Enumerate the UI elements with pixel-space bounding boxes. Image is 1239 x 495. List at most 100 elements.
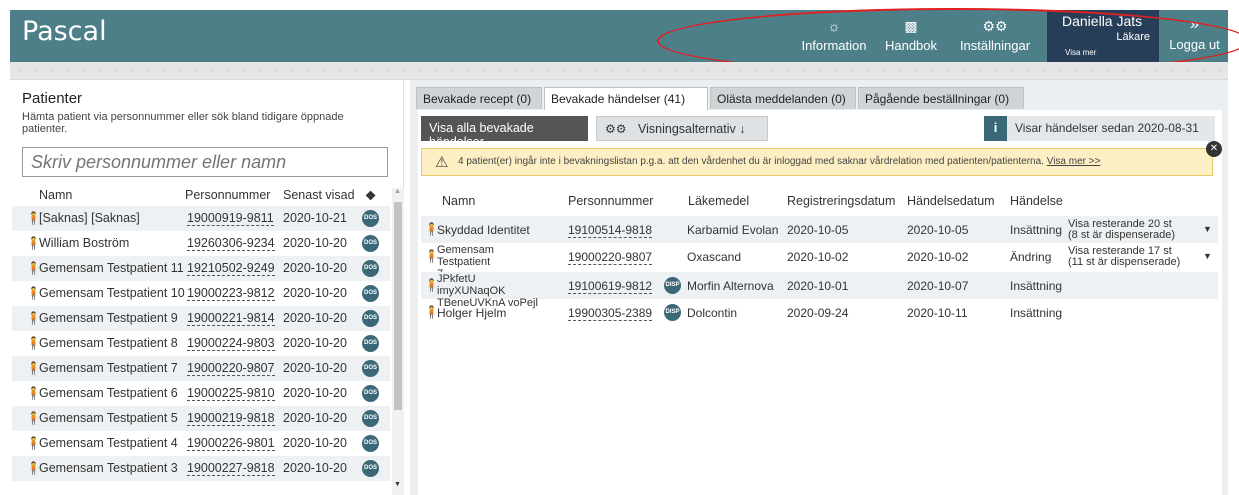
patients-scrollbar[interactable]: ▲ ▼ xyxy=(392,188,404,495)
patient-row[interactable]: 🧍 Gemensam Testpatient 6 19000225-9810 2020… xyxy=(12,381,390,406)
patient-last-viewed: 2020-10-20 xyxy=(283,336,347,350)
event-drug: Morfin Alternova xyxy=(687,279,774,293)
patient-pnr-link[interactable]: 19000919-9811 xyxy=(187,211,274,226)
top-bar: Pascal ☼ Information ▩ Handbok ⚙⚙ Instäl… xyxy=(10,10,1228,62)
patient-pnr-link[interactable]: 19210502-9249 xyxy=(187,261,275,276)
patient-row[interactable]: 🧍 Gemensam Testpatient 3 19000227-9818 2020… xyxy=(12,456,390,481)
caret-down-icon[interactable]: ▼ xyxy=(1203,224,1212,234)
tab-pagaende-bestallningar[interactable]: Pågående beställningar (0) xyxy=(858,87,1024,109)
nav-information[interactable]: ☼ Information xyxy=(799,10,869,62)
patient-last-viewed: 2020-10-20 xyxy=(283,236,347,250)
patient-name: Gemensam Testpatient 4 xyxy=(39,436,178,450)
event-row[interactable]: 🧍Gemensam Testpatient719000220-9807Oxasc… xyxy=(421,243,1218,280)
patient-row[interactable]: 🧍 Gemensam Testpatient 11 19210502-9249 202… xyxy=(12,256,390,281)
pattern-mark: ✧ xyxy=(944,65,952,75)
patient-pnr-link[interactable]: 19000221-9814 xyxy=(187,311,275,326)
patient-name: Gemensam Testpatient 5 xyxy=(39,411,178,425)
nav-handbok[interactable]: ▩ Handbok xyxy=(880,10,942,62)
pattern-mark: ✧ xyxy=(176,65,184,75)
info-icon: ❖ xyxy=(365,189,377,203)
patient-pnr-link[interactable]: 19000220-9807 xyxy=(187,361,275,376)
nav-installningar[interactable]: ⚙⚙ Inställningar xyxy=(952,10,1038,62)
tab-olasta-meddelanden[interactable]: Olästa meddelanden (0) xyxy=(710,87,856,109)
patient-search-input[interactable] xyxy=(22,147,388,177)
pattern-mark: ✧ xyxy=(224,65,232,75)
pattern-mark: ✧ xyxy=(320,65,328,75)
scroll-down-icon[interactable]: ▼ xyxy=(394,481,401,488)
pattern-mark: ✧ xyxy=(992,65,1000,75)
tab-bevakade-recept[interactable]: Bevakade recept (0) xyxy=(416,87,542,109)
pattern-mark: ✧ xyxy=(1008,65,1016,75)
ev-col-pnr[interactable]: Personnummer xyxy=(568,194,653,208)
tab-bevakade-handelser[interactable]: Bevakade händelser (41) xyxy=(544,87,708,111)
ev-col-event[interactable]: Händelse xyxy=(1010,194,1063,208)
patient-row[interactable]: 🧍 Gemensam Testpatient 9 19000221-9814 2020… xyxy=(12,306,390,331)
ev-col-event-date[interactable]: Händelsedatum xyxy=(907,194,995,208)
patient-name: [Saknas] [Saknas] xyxy=(39,211,140,225)
nav-installningar-label: Inställningar xyxy=(959,38,1031,53)
patient-pnr-link[interactable]: 19000227-9818 xyxy=(187,461,275,476)
patient-row[interactable]: 🧍 Gemensam Testpatient 8 19000224-9803 2020… xyxy=(12,331,390,356)
patient-pnr-link[interactable]: 19260306-9234 xyxy=(187,236,275,251)
show-all-events-button[interactable]: Visa alla bevakade händelser xyxy=(421,116,588,149)
logout-button[interactable]: » Logga ut xyxy=(1161,10,1228,62)
col-pnr-header[interactable]: Personnummer xyxy=(185,188,270,202)
event-pnr-link[interactable]: 19100514-9818 xyxy=(568,223,653,238)
pattern-mark: ✧ xyxy=(704,65,712,75)
pattern-mark: ✧ xyxy=(864,65,872,75)
user-menu[interactable]: Daniella Jats Läkare Visa mer xyxy=(1047,10,1159,62)
pattern-mark: ✧ xyxy=(912,65,920,75)
pattern-mark: ✧ xyxy=(32,65,40,75)
patient-pnr-link[interactable]: 19000224-9803 xyxy=(187,336,275,351)
pattern-mark: ✧ xyxy=(736,65,744,75)
patient-row[interactable]: 🧍 Gemensam Testpatient 5 19000219-9818 2020… xyxy=(12,406,390,431)
patient-last-viewed: 2020-10-20 xyxy=(283,286,347,300)
event-patient-name-line1: Gemensam Testpatient xyxy=(437,244,494,268)
events-panel: Visa alla bevakade händelser ⚙⚙ Visnings… xyxy=(418,110,1222,495)
pattern-mark: ✧ xyxy=(1024,65,1032,75)
event-row[interactable]: 🧍 Holger Hjelm 19900305-2389 DISP Dolcontin 2… xyxy=(421,299,1218,323)
patient-row[interactable]: 🧍 Gemensam Testpatient 10 19000223-9812 202… xyxy=(12,281,390,306)
patient-row[interactable]: 🧍 William Boström 19260306-9234 2020-10-20 D… xyxy=(12,231,390,256)
event-row[interactable]: 🧍 Skyddad Identitet 19100514-9818 Karbamid … xyxy=(421,216,1218,243)
patient-pnr-link[interactable]: 19000226-9801 xyxy=(187,436,275,451)
event-reg-date: 2020-10-02 xyxy=(787,250,849,264)
ev-col-reg[interactable]: Registreringsdatum xyxy=(787,194,895,208)
event-pnr-link[interactable]: 19000220-9807 xyxy=(568,250,653,265)
lightbulb-icon: ☼ xyxy=(827,18,841,34)
event-pnr-link[interactable]: 19900305-2389 xyxy=(568,306,653,321)
info-icon[interactable]: i xyxy=(984,116,1007,141)
pattern-mark: ✧ xyxy=(800,65,808,75)
col-last-viewed-header[interactable]: Senast visad xyxy=(283,188,355,202)
pattern-mark: ✧ xyxy=(688,65,696,75)
warning-visa-mer-link[interactable]: Visa mer >> xyxy=(1047,156,1101,167)
patient-row[interactable]: 🧍 Gemensam Testpatient 7 19000220-9807 2020… xyxy=(12,356,390,381)
patient-pnr-link[interactable]: 19000219-9818 xyxy=(187,411,275,426)
patient-name: Gemensam Testpatient 8 xyxy=(39,336,178,350)
scroll-up-icon[interactable]: ▲ xyxy=(394,188,401,195)
visa-mer-link[interactable]: Visa mer xyxy=(1065,48,1096,57)
patient-pnr-link[interactable]: 19000223-9812 xyxy=(187,286,275,301)
patient-name: Gemensam Testpatient 9 xyxy=(39,311,178,325)
patients-title: Patienter xyxy=(22,90,83,107)
view-options-button[interactable]: ⚙⚙ Visningsalternativ ↓ xyxy=(596,116,768,141)
col-name-header[interactable]: Namn xyxy=(39,188,72,202)
event-pnr-link[interactable]: 19100619-9812 xyxy=(568,279,653,294)
event-row[interactable]: 🧍 JPkfetU imyXUNaqOK TBeneUVKnA voPejl 1910… xyxy=(421,272,1218,309)
close-icon[interactable]: ✕ xyxy=(1206,141,1222,157)
dos-badge: DOS xyxy=(362,260,379,277)
ev-col-name[interactable]: Namn xyxy=(442,194,475,208)
ev-col-drug[interactable]: Läkemedel xyxy=(688,194,749,208)
patient-row[interactable]: 🧍 Gemensam Testpatient 4 19000226-9801 2020… xyxy=(12,431,390,456)
pattern-mark: ✧ xyxy=(1184,65,1192,75)
double-chevron-right-icon: » xyxy=(1190,16,1199,33)
event-drug: Karbamid Evolan xyxy=(687,223,779,237)
patient-row[interactable]: 🧍 [Saknas] [Saknas] 19000919-9811 2020-10-2… xyxy=(12,206,390,231)
patient-pnr-link[interactable]: 19000225-9810 xyxy=(187,386,275,401)
pattern-mark: ✧ xyxy=(384,65,392,75)
pattern-mark: ✧ xyxy=(672,65,680,75)
scrollbar-thumb[interactable] xyxy=(394,202,402,410)
caret-down-icon[interactable]: ▼ xyxy=(1203,251,1212,261)
event-reg-date: 2020-10-01 xyxy=(787,279,849,293)
pattern-mark: ✧ xyxy=(192,65,200,75)
